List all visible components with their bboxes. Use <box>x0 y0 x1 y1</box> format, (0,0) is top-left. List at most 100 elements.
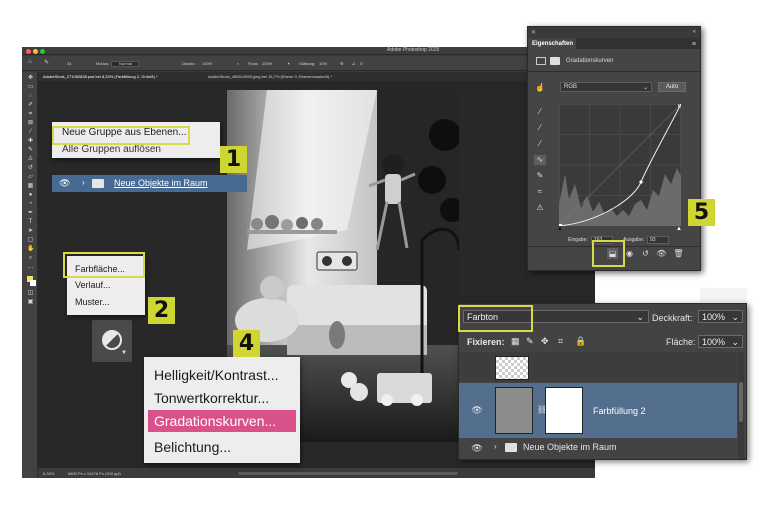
tab-properties[interactable]: Eigenschaften <box>528 38 576 49</box>
delete-trash-icon[interactable]: 🗑 <box>673 248 684 259</box>
fill-input[interactable]: 100% ⌄ <box>698 335 743 348</box>
tab-document-1[interactable]: AdobeStock_271060835.psd bei 8,33% (Farb… <box>43 74 158 79</box>
layer-group-row[interactable]: 👁 › Neue Objekte im Raum <box>52 175 247 192</box>
menu-item-exposure[interactable]: Belichtung... <box>154 439 231 455</box>
lasso-tool-icon[interactable]: ◌ <box>27 93 34 99</box>
layer-thumbnail <box>495 356 529 380</box>
lock-all-icon[interactable]: 🔒 <box>575 336 586 347</box>
lock-artboard-icon[interactable]: ⌗ <box>558 336 563 347</box>
maximize-window-button[interactable] <box>40 49 45 54</box>
menu-item-pattern[interactable]: Muster... <box>75 297 110 307</box>
brush-size-value[interactable]: 34 <box>67 61 71 66</box>
menu-item-gradient[interactable]: Verlauf... <box>75 280 111 290</box>
tab-document-2[interactable]: AdobeStock_485514095.jpeg bei 16,7% (Ebe… <box>208 74 332 79</box>
black-point-eyedropper-icon[interactable]: ⁄ <box>534 107 546 117</box>
smooth-curve-icon[interactable]: ≈ <box>534 187 546 197</box>
more-tools-icon[interactable]: … <box>27 264 34 270</box>
white-point-eyedropper-icon[interactable]: ⁄ <box>534 139 546 149</box>
lock-position-icon[interactable]: ✥ <box>541 336 549 347</box>
visibility-eye-icon[interactable]: 👁 <box>471 406 483 415</box>
background-color-swatch[interactable] <box>30 280 36 286</box>
menu-item-curves[interactable]: Gradationskurven... <box>154 413 276 429</box>
panel-close-icon[interactable]: ✕ <box>531 29 536 36</box>
white-slider-icon[interactable]: ▲ <box>676 226 682 232</box>
mask-icon[interactable] <box>550 57 560 65</box>
brush-tool-icon[interactable]: ✎ <box>44 59 49 66</box>
layer-name-fill[interactable]: Farbfüllung 2 <box>593 406 646 416</box>
chevron-down-icon: ⌄ <box>636 312 644 322</box>
minimize-window-button[interactable] <box>33 49 38 54</box>
channel-select[interactable]: RGB ⌄ <box>560 82 652 92</box>
view-previous-state-icon[interactable]: ◉ <box>624 248 635 259</box>
pressure-opacity-icon[interactable]: ◐ <box>237 61 239 66</box>
angle-value[interactable]: 0° <box>360 61 364 66</box>
curve-point[interactable] <box>639 180 643 184</box>
home-icon[interactable]: ⌂ <box>28 59 32 65</box>
opacity-value[interactable]: 100% <box>202 61 212 66</box>
pen-tool-icon[interactable]: ✒ <box>27 210 34 216</box>
move-tool-icon[interactable]: ✥ <box>27 75 34 81</box>
curve-edit-points-icon[interactable]: ∿ <box>534 155 546 165</box>
draw-curve-pencil-icon[interactable]: ✎ <box>534 171 546 181</box>
tools-panel: ✥ ▭ ◌ ✐ ⌗ ⊠ ⁄ ✚ ✎ ♙ ↺ ▱ ▦ ● ◔ ✒ T ➤ ▢ ✋ … <box>22 72 38 478</box>
blur-tool-icon[interactable]: ● <box>27 192 34 198</box>
gradient-tool-icon[interactable]: ▦ <box>27 183 34 189</box>
layer-group-name[interactable]: Neue Objekte im Raum <box>114 178 208 188</box>
shape-tool-icon[interactable]: ▢ <box>27 237 34 243</box>
screen-mode-icon[interactable]: ▣ <box>27 299 34 305</box>
layer-row-fill[interactable]: 👁 ⛓ Farbfüllung 2 <box>459 383 737 438</box>
layer-name-group[interactable]: Neue Objekte im Raum <box>523 442 617 452</box>
layer-row-group[interactable]: 👁 › Neue Objekte im Raum <box>459 438 737 458</box>
brush-tool-sidebar-icon[interactable]: ✎ <box>27 147 34 153</box>
auto-button[interactable]: Auto <box>658 82 686 92</box>
new-fill-adjustment-layer-button[interactable]: ▼ <box>92 320 132 362</box>
airbrush-icon[interactable]: ✦ <box>287 61 290 66</box>
menu-item-levels[interactable]: Tonwertkorrektur... <box>154 390 269 406</box>
expand-chevron-icon[interactable]: › <box>494 442 497 451</box>
visibility-eye-icon[interactable]: 👁 <box>471 444 483 453</box>
healing-tool-icon[interactable]: ✚ <box>27 138 34 144</box>
output-value-field[interactable]: 93 <box>647 236 669 244</box>
dodge-tool-icon[interactable]: ◔ <box>27 201 34 207</box>
type-tool-icon[interactable]: T <box>27 219 34 225</box>
hand-tool-icon[interactable]: ✋ <box>27 246 34 252</box>
mode-control[interactable]: Modus: <box>96 61 140 67</box>
zoom-tool-icon[interactable]: ⌕ <box>27 255 34 261</box>
panel-menu-icon[interactable]: ≡ <box>692 41 696 48</box>
flow-value[interactable]: 100% <box>262 61 272 66</box>
gray-point-eyedropper-icon[interactable]: ⁄ <box>534 123 546 133</box>
stamp-tool-icon[interactable]: ♙ <box>27 156 34 162</box>
quick-mask-icon[interactable]: ◫ <box>27 290 34 296</box>
opacity-input[interactable]: 100% ⌄ <box>698 310 743 323</box>
layers-scrollbar[interactable] <box>738 352 744 459</box>
black-slider-icon[interactable]: ▲ <box>557 226 563 232</box>
lock-transparent-icon[interactable]: ▦ <box>511 336 520 347</box>
marquee-tool-icon[interactable]: ▭ <box>27 84 34 90</box>
eraser-tool-icon[interactable]: ▱ <box>27 174 34 180</box>
close-window-button[interactable] <box>26 49 31 54</box>
menu-item-ungroup-all[interactable]: Alle Gruppen auflösen <box>62 144 161 155</box>
smoothing-value[interactable]: 10% <box>319 61 327 66</box>
frame-tool-icon[interactable]: ⊠ <box>27 120 34 126</box>
visibility-eye-icon[interactable]: 👁 <box>59 178 70 189</box>
eyedropper-tool-icon[interactable]: ⁄ <box>27 129 34 135</box>
expand-chevron-icon[interactable]: › <box>82 178 85 187</box>
curves-graph[interactable] <box>559 104 681 226</box>
visibility-toggle-icon[interactable]: 👁 <box>656 248 667 259</box>
settings-gear-icon[interactable]: ⚙ <box>340 61 344 66</box>
reset-icon[interactable]: ↺ <box>640 248 651 259</box>
lock-paint-icon[interactable]: ✎ <box>526 336 534 347</box>
menu-item-brightness-contrast[interactable]: Helligkeit/Kontrast... <box>154 367 279 383</box>
scroll-thumb[interactable] <box>739 382 743 422</box>
path-select-tool-icon[interactable]: ➤ <box>27 228 34 234</box>
quick-select-tool-icon[interactable]: ✐ <box>27 102 34 108</box>
zoom-level[interactable]: 8,33% <box>43 471 54 476</box>
panel-collapse-icon[interactable]: « <box>693 29 696 35</box>
angle-icon: ∠ <box>352 61 356 66</box>
history-brush-icon[interactable]: ↺ <box>27 165 34 171</box>
clipping-warning-icon[interactable]: ⚠ <box>534 203 546 213</box>
on-image-adjust-icon[interactable]: ☝ <box>534 83 546 93</box>
horizontal-scrollbar[interactable] <box>238 472 458 475</box>
layer-row-partial[interactable] <box>459 352 737 382</box>
crop-tool-icon[interactable]: ⌗ <box>27 111 34 117</box>
